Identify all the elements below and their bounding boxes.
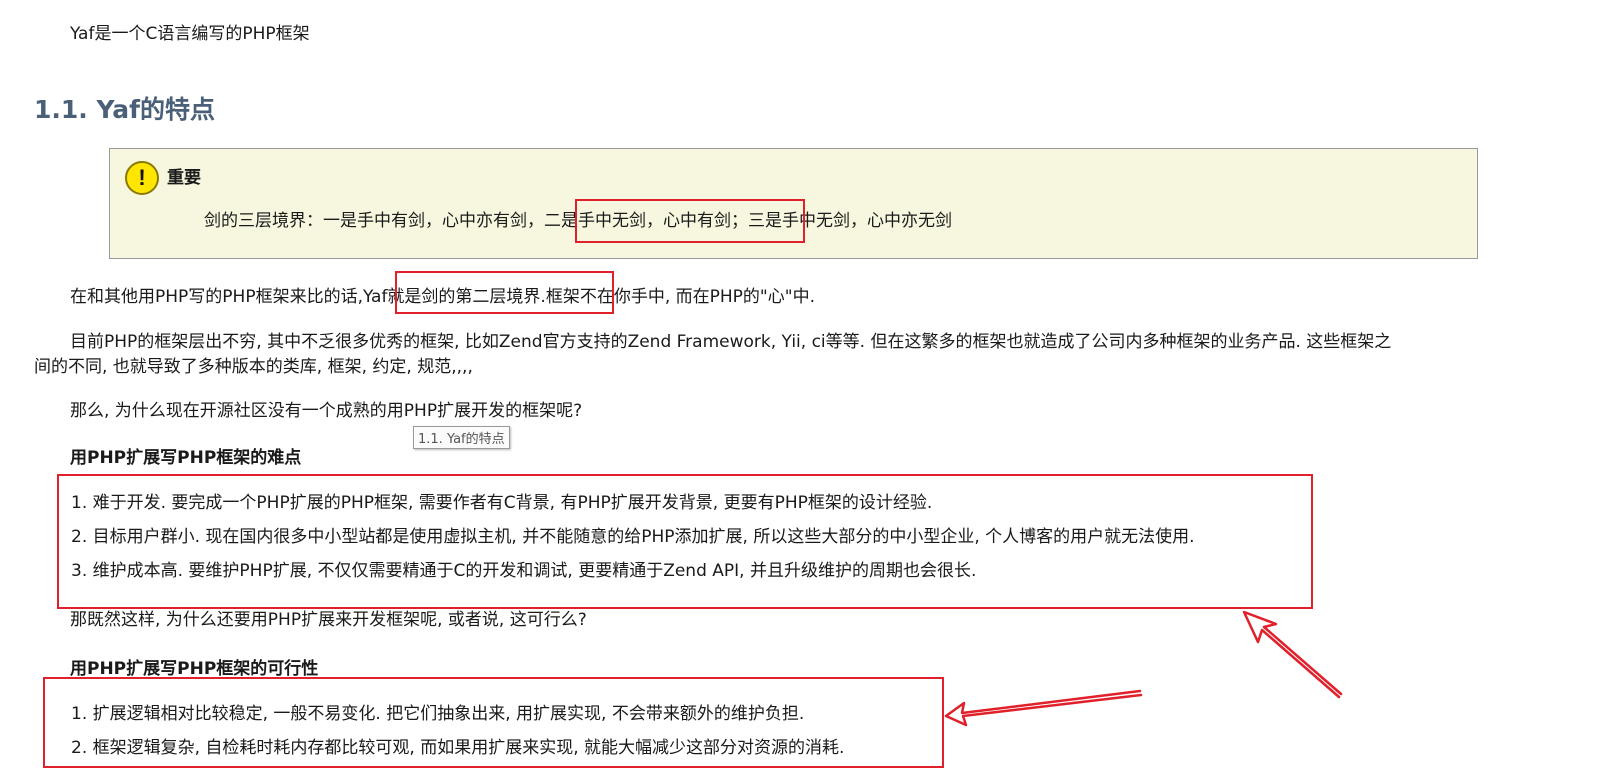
arrow-to-difficulties (1242, 610, 1343, 699)
annotation-arrows (944, 610, 1343, 727)
arrow-to-feasibility (944, 689, 1143, 727)
